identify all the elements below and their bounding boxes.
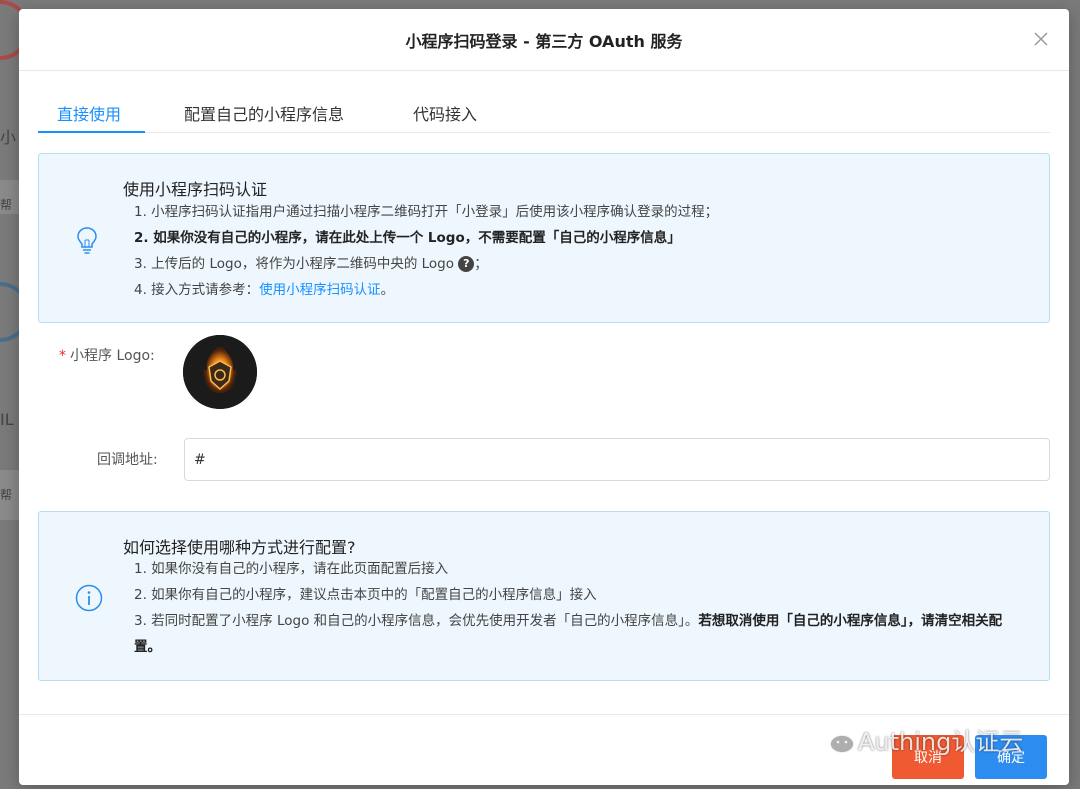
list-item-text: ； [474, 256, 488, 272]
required-mark: * [59, 348, 66, 364]
config-list: 1. 如果你没有自己的小程序，请在此页面配置后接入 2. 如果你有自己的小程序，… [134, 556, 1029, 660]
logo-field-label: * 小程序 Logo: [59, 345, 155, 365]
active-tab-indicator [38, 131, 145, 133]
list-item: 2. 如果你有自己的小程序，建议点击本页中的「配置自己的小程序信息」接入 [134, 587, 597, 603]
list-item: 4. 接入方式请参考：使用小程序扫码认证。 [134, 277, 1029, 303]
config-title: 如何选择使用哪种方式进行配置? [123, 538, 356, 557]
logo-label-text: 小程序 Logo: [70, 348, 155, 364]
intro-list: 1. 小程序扫码认证指用户通过扫描小程序二维码打开「小登录」后使用该小程序确认登… [134, 199, 1029, 303]
list-item: 3. 若同时配置了小程序 Logo 和自己的小程序信息，会优先使用开发者「自己的… [134, 608, 1029, 660]
list-item: 3. 上传后的 Logo，将作为小程序二维码中央的 Logo ?； [134, 251, 1029, 277]
lightbulb-icon [75, 226, 99, 254]
close-icon[interactable] [1031, 29, 1051, 49]
list-item-text: 3. 上传后的 Logo，将作为小程序二维码中央的 Logo [134, 256, 454, 272]
tab-code-integration[interactable]: 代码接入 [413, 101, 477, 125]
watermark-text: Authing认证云 [858, 728, 1024, 756]
tab-direct-use[interactable]: 直接使用 [57, 101, 121, 125]
tab-configure-miniprogram[interactable]: 配置自己的小程序信息 [184, 101, 344, 125]
help-question-icon[interactable]: ? [458, 256, 475, 272]
bg-text: 小 [0, 128, 17, 147]
docs-link[interactable]: 使用小程序扫码认证 [259, 282, 381, 298]
list-item: 1. 如果你没有自己的小程序，请在此页面配置后接入 [134, 561, 449, 577]
miniprogram-logo-upload[interactable] [183, 335, 257, 409]
modal-title: 小程序扫码登录 - 第三方 OAuth 服务 [405, 31, 683, 51]
wechat-icon [813, 725, 855, 754]
modal-header: 小程序扫码登录 - 第三方 OAuth 服务 [19, 9, 1069, 71]
intro-title: 使用小程序扫码认证 [123, 180, 268, 199]
list-item: 1. 小程序扫码认证指用户通过扫描小程序二维码打开「小登录」后使用该小程序确认登… [134, 204, 719, 220]
callback-url-input[interactable] [184, 438, 1050, 481]
watermark: Authing认证云 [810, 722, 1023, 757]
list-item-text: 。 [380, 282, 395, 298]
list-item-text: 4. 接入方式请参考： [134, 282, 260, 298]
config-info-box: 如何选择使用哪种方式进行配置? 1. 如果你没有自己的小程序，请在此页面配置后接… [38, 511, 1050, 681]
callback-field-label: 回调地址: [97, 452, 158, 468]
intro-info-box: 使用小程序扫码认证 1. 小程序扫码认证指用户通过扫描小程序二维码打开「小登录」… [38, 153, 1050, 323]
logo-image [183, 335, 257, 409]
info-icon [75, 584, 103, 612]
modal-dialog: 小程序扫码登录 - 第三方 OAuth 服务 直接使用 配置自己的小程序信息 代… [19, 9, 1069, 785]
bg-text: 帮 [0, 488, 13, 502]
bg-text: 帮 [0, 198, 13, 212]
list-item-text: 3. 若同时配置了小程序 Logo 和自己的小程序信息，会优先使用开发者「自己的… [134, 613, 699, 629]
bg-text: IL [0, 410, 14, 429]
tab-bar: 直接使用 配置自己的小程序信息 代码接入 [38, 93, 1050, 133]
list-item: 2. 如果你没有自己的小程序，请在此处上传一个 Logo，不需要配置「自己的小程… [134, 230, 681, 246]
